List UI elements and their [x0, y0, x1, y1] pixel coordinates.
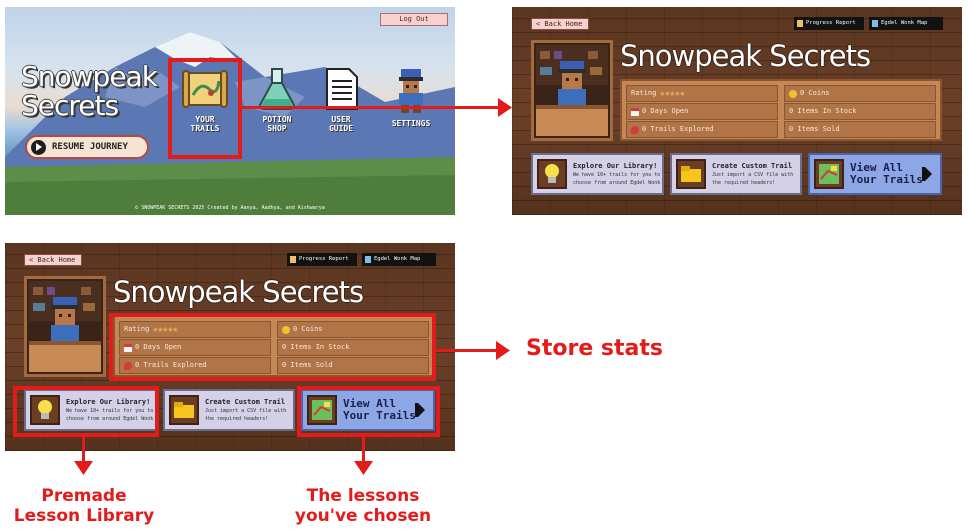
- map-label: Egdel Wonk Map: [374, 256, 421, 262]
- items-in-stock-value: 0 Items In Stock: [789, 107, 857, 115]
- custom-title: Create Custom Trail: [205, 398, 286, 406]
- shopkeeper-portrait: [24, 276, 106, 377]
- days-open-value: 0 Days Open: [642, 107, 689, 115]
- arrow-head-icon: [498, 98, 512, 117]
- rating-stars: ★★★★★: [659, 88, 685, 99]
- arrow-head-icon: [496, 341, 510, 360]
- menu-user-guide[interactable]: USER GUIDE: [311, 67, 371, 133]
- menu-label: SHOP: [267, 124, 287, 133]
- notepad-icon: [290, 256, 296, 263]
- menu-label: SETTINGS: [391, 119, 431, 128]
- view-all-trails-button[interactable]: View All Your Trails: [808, 153, 942, 195]
- lightbulb-icon: [537, 159, 567, 189]
- folder-icon: [169, 395, 199, 425]
- folder-icon: [676, 159, 706, 189]
- store-stats-panel: Rating ★★★★★ 0 Coins 0 Days Open 0 Items…: [620, 79, 942, 141]
- stat-trails-explored: 0 Trails Explored: [626, 121, 778, 138]
- highlight-your-trails-button: [297, 386, 440, 437]
- stat-items-sold: 0 Items Sold: [784, 121, 936, 138]
- store-title: Snowpeak Secrets: [620, 39, 871, 73]
- label-chosen-lessons: The lessons you've chosen: [278, 486, 448, 526]
- menu-settings[interactable]: SETTINGS: [381, 67, 441, 128]
- progress-report-label: Progress Report: [806, 20, 856, 26]
- progress-report-link[interactable]: Progress Report: [287, 253, 357, 266]
- map-link[interactable]: Egdel Wonk Map: [869, 17, 943, 30]
- menu-potion-shop[interactable]: POTION SHOP: [247, 67, 307, 133]
- custom-sub: Just import a CSV file with: [205, 408, 287, 414]
- coin-icon: [789, 89, 797, 98]
- menu-label: GUIDE: [328, 124, 354, 133]
- create-custom-trail-button[interactable]: Create Custom Trail Just import a CSV fi…: [163, 389, 295, 431]
- library-sub: We have 10+ trails for you to: [573, 172, 661, 178]
- menu-label: USER: [331, 115, 351, 124]
- resume-label: RESUME JOURNEY: [52, 142, 128, 152]
- custom-title: Create Custom Trail: [712, 162, 793, 170]
- chosen-line-2: you've chosen: [294, 506, 432, 526]
- stat-rating: Rating ★★★★★: [626, 85, 778, 102]
- calendar-icon: [631, 107, 639, 116]
- shopkeeper-portrait: [531, 40, 613, 141]
- back-home-button[interactable]: < Back Home: [531, 18, 589, 30]
- arrow-line: [242, 106, 502, 109]
- map-icon: [872, 20, 878, 27]
- play-icon: [31, 139, 46, 155]
- create-custom-trail-button[interactable]: Create Custom Trail Just import a CSV fi…: [670, 153, 802, 195]
- arrow-head-icon: [354, 461, 373, 475]
- resume-journey-button[interactable]: RESUME JOURNEY: [25, 135, 149, 159]
- shopkeeper-icon: [29, 281, 101, 372]
- store-title: Snowpeak Secrets: [113, 275, 364, 309]
- stat-coins: 0 Coins: [784, 85, 936, 102]
- chosen-line-1: The lessons: [306, 486, 420, 506]
- shopkeeper-icon: [536, 45, 608, 136]
- logout-button[interactable]: Log Out: [380, 13, 448, 26]
- library-sub: choose from around Egdel Wonk: [573, 180, 661, 186]
- map-link[interactable]: Egdel Wonk Map: [362, 253, 436, 266]
- highlight-your-trails: [168, 58, 242, 159]
- label-store-stats: Store stats: [526, 336, 663, 361]
- game-title: Snowpeak Secrets: [21, 60, 158, 122]
- progress-report-label: Progress Report: [299, 256, 349, 262]
- label-premade-library: Premade Lesson Library: [0, 486, 168, 526]
- menu-label: POTION: [262, 115, 292, 124]
- explore-library-button[interactable]: Explore Our Library! We have 10+ trails …: [531, 153, 664, 195]
- your-trails-label: Your Trails: [850, 173, 923, 186]
- potion-flask-icon: [258, 68, 296, 110]
- items-sold-value: 0 Items Sold: [789, 125, 840, 133]
- arrow-line: [82, 437, 85, 463]
- footer-credit: © SNOWPEAK SECRETS 2025 Created by Aanya…: [135, 205, 325, 211]
- arrow-head-icon: [74, 461, 93, 475]
- trails-explored-value: 0 Trails Explored: [642, 125, 714, 133]
- custom-sub: the required headers!: [205, 416, 269, 422]
- progress-report-link[interactable]: Progress Report: [794, 17, 864, 30]
- stat-items-in-stock: 0 Items In Stock: [784, 103, 936, 120]
- document-icon: [326, 68, 358, 110]
- rating-label: Rating: [631, 89, 657, 97]
- custom-sub: the required headers!: [712, 180, 776, 186]
- premade-line-1: Premade: [41, 486, 127, 506]
- store-screen: < Back Home Progress Report Egdel Wonk M…: [512, 7, 962, 215]
- map-icon: [365, 256, 371, 263]
- notepad-icon: [797, 20, 803, 27]
- coins-value: 0 Coins: [800, 89, 830, 97]
- map-pin-icon: [631, 125, 639, 134]
- highlight-store-stats: [109, 313, 436, 381]
- stat-days-open: 0 Days Open: [626, 103, 778, 120]
- highlight-library: [13, 386, 159, 437]
- arrow-line: [436, 349, 498, 352]
- arrow-line: [362, 437, 365, 463]
- map-label: Egdel Wonk Map: [881, 20, 928, 26]
- trail-map-icon: [814, 159, 844, 189]
- premade-line-2: Lesson Library: [13, 506, 155, 526]
- back-home-button[interactable]: < Back Home: [24, 254, 82, 266]
- play-arrow-icon: [925, 167, 932, 181]
- custom-sub: Just import a CSV file with: [712, 172, 794, 178]
- library-title: Explore Our Library!: [573, 162, 658, 170]
